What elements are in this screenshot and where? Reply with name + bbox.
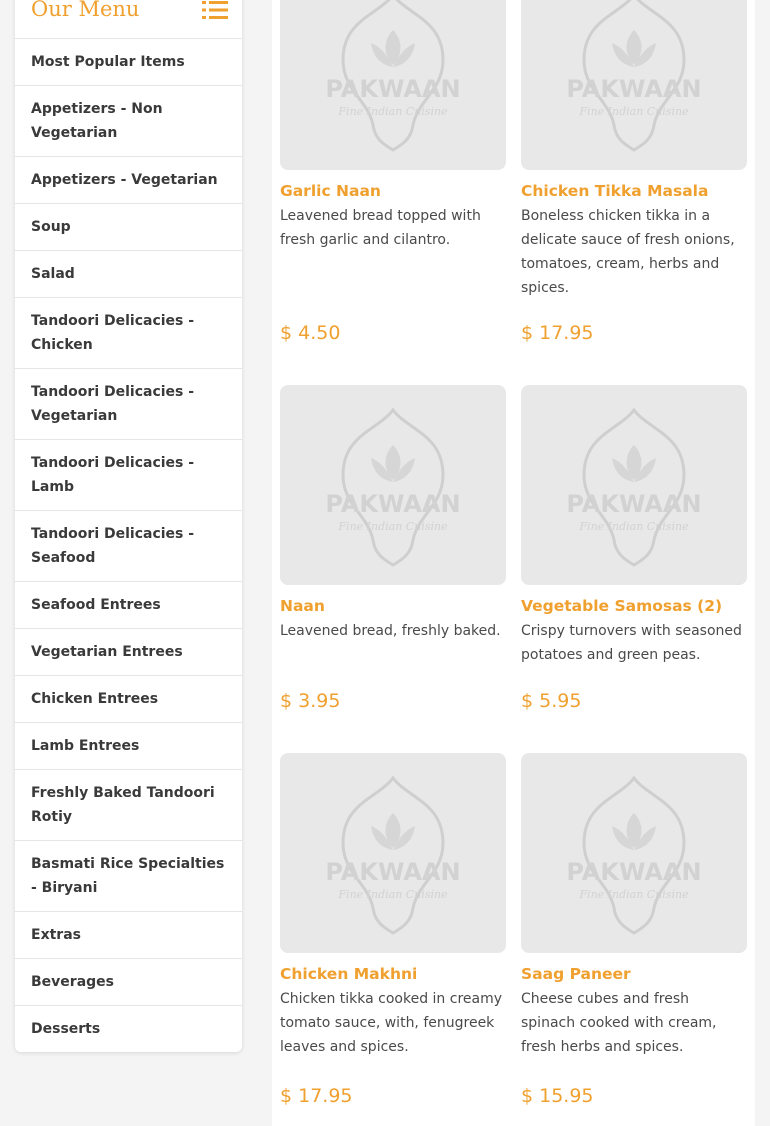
sidebar-item-tandoori-seafood[interactable]: Tandoori Delicacies - Seafood <box>15 511 242 582</box>
item-image-placeholder[interactable]: PAKWAAN Fine Indian Cuisine <box>521 385 747 585</box>
svg-text:Fine Indian Cuisine: Fine Indian Cuisine <box>337 520 448 533</box>
pakwaan-logo-icon: PAKWAAN Fine Indian Cuisine <box>566 407 702 567</box>
sidebar-header: Our Menu <box>15 0 242 39</box>
item-price: $ 17.95 <box>521 322 594 344</box>
sidebar-item-beverages[interactable]: Beverages <box>15 959 242 1006</box>
sidebar-item-most-popular[interactable]: Most Popular Items <box>15 39 242 86</box>
pakwaan-logo-icon: PAKWAAN Fine Indian Cuisine <box>325 775 461 935</box>
item-image-placeholder[interactable]: PAKWAAN Fine Indian Cuisine <box>521 753 747 953</box>
pakwaan-logo-icon: PAKWAAN Fine Indian Cuisine <box>566 0 702 152</box>
sidebar-item-desserts[interactable]: Desserts <box>15 1006 242 1052</box>
menu-item-card[interactable]: PAKWAAN Fine Indian Cuisine Chicken Tikk… <box>521 0 747 344</box>
sidebar-item-chicken-entrees[interactable]: Chicken Entrees <box>15 676 242 723</box>
item-price: $ 4.50 <box>280 322 341 344</box>
svg-text:PAKWAAN: PAKWAAN <box>325 858 460 886</box>
svg-text:PAKWAAN: PAKWAAN <box>566 490 701 518</box>
menu-items-panel: PAKWAAN Fine Indian Cuisine Garlic Naan … <box>272 0 755 1126</box>
menu-item-card[interactable]: PAKWAAN Fine Indian Cuisine Chicken Makh… <box>280 753 506 1107</box>
item-name[interactable]: Chicken Tikka Masala <box>521 180 747 202</box>
item-name[interactable]: Vegetable Samosas (2) <box>521 595 747 617</box>
svg-text:PAKWAAN: PAKWAAN <box>566 858 701 886</box>
menu-item-card[interactable]: PAKWAAN Fine Indian Cuisine Vegetable Sa… <box>521 385 747 712</box>
sidebar-item-tandoori-vegetarian[interactable]: Tandoori Delicacies - Vegetarian <box>15 369 242 440</box>
svg-text:PAKWAAN: PAKWAAN <box>566 75 701 103</box>
item-description: Cheese cubes and fresh spinach cooked wi… <box>521 991 717 1055</box>
sidebar-item-vegetarian-entrees[interactable]: Vegetarian Entrees <box>15 629 242 676</box>
item-description: Chicken tikka cooked in creamy tomato sa… <box>280 991 503 1055</box>
sidebar-title: Our Menu <box>31 0 140 21</box>
sidebar-item-tandoori-rotiy[interactable]: Freshly Baked Tandoori Rotiy <box>15 770 242 841</box>
item-name[interactable]: Saag Paneer <box>521 963 747 985</box>
item-name[interactable]: Garlic Naan <box>280 180 506 202</box>
menu-item-card[interactable]: PAKWAAN Fine Indian Cuisine Garlic Naan … <box>280 0 506 344</box>
pakwaan-logo-icon: PAKWAAN Fine Indian Cuisine <box>566 775 702 935</box>
svg-text:Fine Indian Cuisine: Fine Indian Cuisine <box>578 105 689 118</box>
sidebar-item-salad[interactable]: Salad <box>15 251 242 298</box>
category-list: Most Popular Items Appetizers - Non Vege… <box>15 39 242 1052</box>
menu-item-card[interactable]: PAKWAAN Fine Indian Cuisine Naan Leavene… <box>280 385 506 712</box>
sidebar-item-appetizers-non-veg[interactable]: Appetizers - Non Vegetarian <box>15 86 242 157</box>
item-description: Boneless chicken tikka in a delicate sau… <box>521 208 735 296</box>
sidebar-item-seafood-entrees[interactable]: Seafood Entrees <box>15 582 242 629</box>
svg-text:Fine Indian Cuisine: Fine Indian Cuisine <box>578 888 689 901</box>
menu-sidebar: Our Menu Most Popular Items Appetizers -… <box>15 0 242 1052</box>
item-image-placeholder[interactable]: PAKWAAN Fine Indian Cuisine <box>521 0 747 170</box>
svg-text:Fine Indian Cuisine: Fine Indian Cuisine <box>578 520 689 533</box>
item-price: $ 15.95 <box>521 1085 594 1107</box>
item-price: $ 3.95 <box>280 690 341 712</box>
sidebar-item-appetizers-veg[interactable]: Appetizers - Vegetarian <box>15 157 242 204</box>
svg-text:PAKWAAN: PAKWAAN <box>325 75 460 103</box>
item-price: $ 17.95 <box>280 1085 353 1107</box>
item-price: $ 5.95 <box>521 690 582 712</box>
sidebar-item-lamb-entrees[interactable]: Lamb Entrees <box>15 723 242 770</box>
item-description: Leavened bread, freshly baked. <box>280 623 501 639</box>
list-icon[interactable] <box>202 0 228 20</box>
sidebar-item-biryani[interactable]: Basmati Rice Specialties - Biryani <box>15 841 242 912</box>
item-name[interactable]: Naan <box>280 595 506 617</box>
sidebar-item-tandoori-lamb[interactable]: Tandoori Delicacies - Lamb <box>15 440 242 511</box>
item-name[interactable]: Chicken Makhni <box>280 963 506 985</box>
page: Our Menu Most Popular Items Appetizers -… <box>0 0 770 1126</box>
pakwaan-logo-icon: PAKWAAN Fine Indian Cuisine <box>325 407 461 567</box>
menu-item-card[interactable]: PAKWAAN Fine Indian Cuisine Saag Paneer … <box>521 753 747 1107</box>
svg-text:PAKWAAN: PAKWAAN <box>325 490 460 518</box>
item-image-placeholder[interactable]: PAKWAAN Fine Indian Cuisine <box>280 0 506 170</box>
pakwaan-logo-icon: PAKWAAN Fine Indian Cuisine <box>325 0 461 152</box>
svg-text:Fine Indian Cuisine: Fine Indian Cuisine <box>337 105 448 118</box>
sidebar-item-soup[interactable]: Soup <box>15 204 242 251</box>
item-image-placeholder[interactable]: PAKWAAN Fine Indian Cuisine <box>280 385 506 585</box>
sidebar-item-tandoori-chicken[interactable]: Tandoori Delicacies - Chicken <box>15 298 242 369</box>
sidebar-item-extras[interactable]: Extras <box>15 912 242 959</box>
svg-text:Fine Indian Cuisine: Fine Indian Cuisine <box>337 888 448 901</box>
item-description: Crispy turnovers with seasoned potatoes … <box>521 623 742 663</box>
item-description: Leavened bread topped with fresh garlic … <box>280 208 481 248</box>
item-image-placeholder[interactable]: PAKWAAN Fine Indian Cuisine <box>280 753 506 953</box>
